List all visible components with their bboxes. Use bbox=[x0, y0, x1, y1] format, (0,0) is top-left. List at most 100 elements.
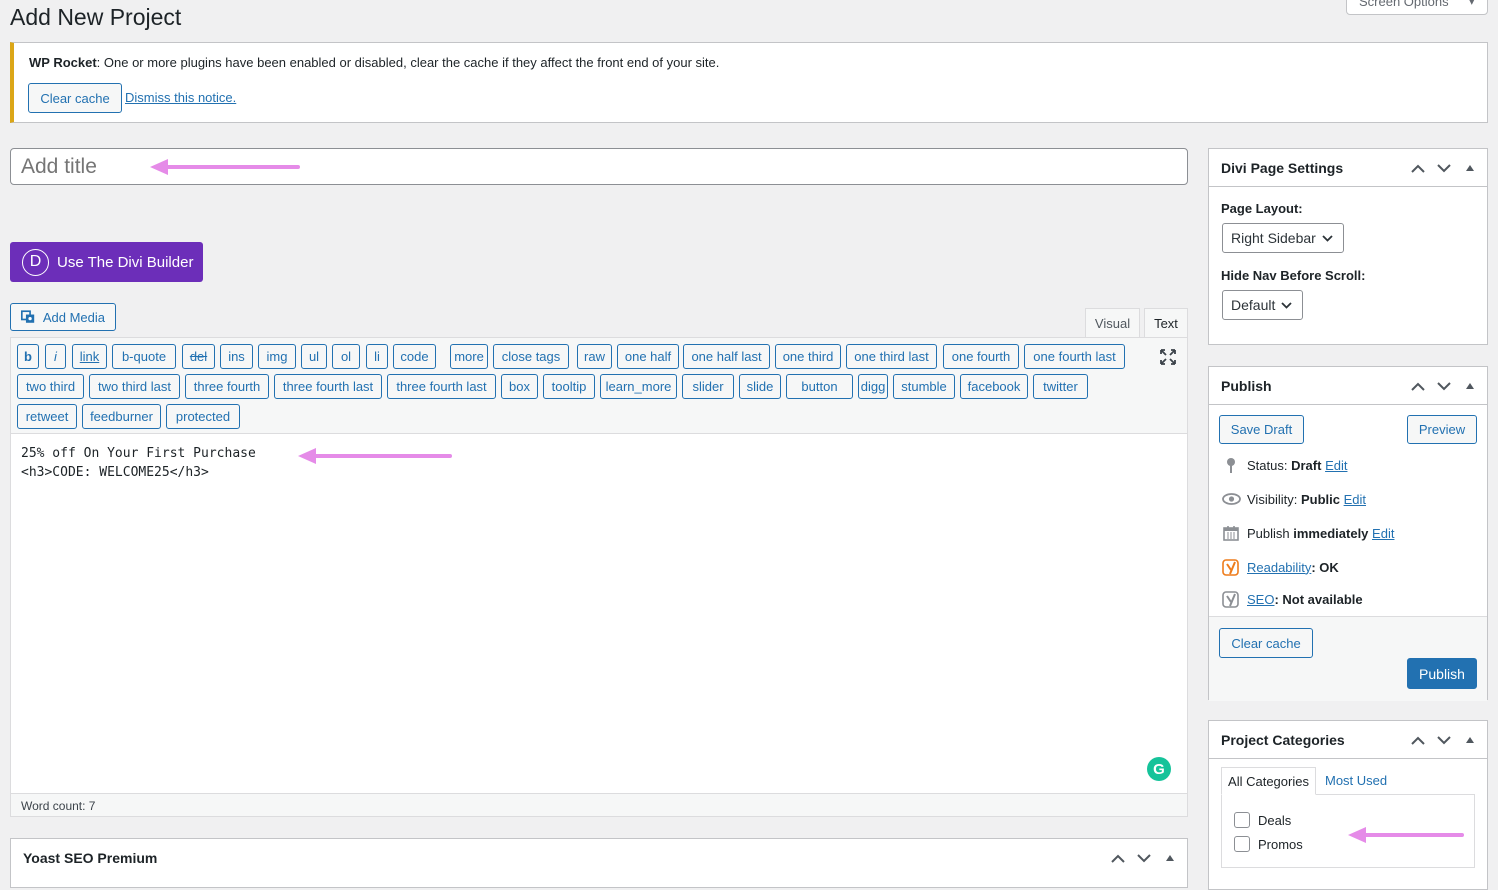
categories-controls bbox=[1411, 721, 1477, 759]
tab-text[interactable]: Text bbox=[1144, 308, 1188, 338]
checkbox-promos[interactable] bbox=[1234, 836, 1250, 852]
quicktag-button-ul[interactable]: ul bbox=[301, 344, 327, 369]
edit-visibility-link[interactable]: Edit bbox=[1344, 492, 1366, 507]
quicktag-button-three-fourth-last[interactable]: three fourth last bbox=[274, 374, 382, 399]
hide-nav-value: Default bbox=[1231, 297, 1276, 313]
readability-link[interactable]: Readability bbox=[1247, 560, 1311, 575]
quicktag-button-protected[interactable]: protected bbox=[166, 404, 240, 429]
screen-options-button[interactable]: Screen Options ▾ bbox=[1346, 0, 1488, 15]
edit-status-link[interactable]: Edit bbox=[1325, 458, 1347, 473]
quicktag-button-del[interactable]: del bbox=[182, 344, 215, 369]
chevron-down-icon[interactable] bbox=[1437, 161, 1451, 175]
quicktag-button-more[interactable]: more bbox=[450, 344, 488, 369]
seo-link[interactable]: SEO bbox=[1247, 592, 1274, 607]
quicktag-button-three-fourth-last[interactable]: three fourth last bbox=[387, 374, 496, 399]
publish-clear-cache-button[interactable]: Clear cache bbox=[1219, 628, 1313, 658]
chevron-up-icon[interactable] bbox=[1411, 161, 1425, 175]
collapse-triangle-icon[interactable] bbox=[1463, 161, 1477, 175]
dismiss-notice-link[interactable]: Dismiss this notice. bbox=[125, 90, 236, 105]
quicktags-toolbar: b i link b-quote del ins img ul ol li code more clos… bbox=[11, 338, 1187, 434]
visibility-row: Visibility: Public Edit bbox=[1221, 490, 1366, 508]
content-line-2: <h3>CODE: WELCOME25</h3> bbox=[21, 465, 209, 480]
preview-button[interactable]: Preview bbox=[1407, 415, 1477, 444]
quicktag-button-ins[interactable]: ins bbox=[220, 344, 253, 369]
publish-button[interactable]: Publish bbox=[1407, 658, 1477, 689]
quicktag-button-slider[interactable]: slider bbox=[682, 374, 734, 399]
use-divi-builder-button[interactable]: D Use The Divi Builder bbox=[10, 242, 203, 282]
quicktag-button-two-third[interactable]: two third bbox=[17, 374, 84, 399]
content-textarea[interactable]: 25% off On Your First Purchase <h3>CODE:… bbox=[21, 444, 256, 482]
page-layout-select[interactable]: Right Sidebar bbox=[1222, 223, 1344, 253]
eye-icon bbox=[1221, 490, 1241, 508]
content-line-1: 25% off On Your First Purchase bbox=[21, 446, 256, 461]
quicktag-button-retweet[interactable]: retweet bbox=[17, 404, 77, 429]
quicktag-button-three-fourth[interactable]: three fourth bbox=[185, 374, 269, 399]
quicktag-button-li[interactable]: li bbox=[366, 344, 388, 369]
collapse-triangle-icon[interactable] bbox=[1463, 379, 1477, 393]
quicktag-button-tooltip[interactable]: tooltip bbox=[543, 374, 595, 399]
quicktag-button-link[interactable]: link bbox=[72, 344, 107, 369]
notice-message: : One or more plugins have been enabled … bbox=[96, 55, 720, 70]
chevron-down-icon bbox=[1281, 301, 1292, 309]
media-icon bbox=[21, 310, 35, 323]
quicktag-button-twitter[interactable]: twitter bbox=[1033, 374, 1088, 399]
hide-nav-select[interactable]: Default bbox=[1222, 290, 1303, 320]
quicktag-button-facebook[interactable]: facebook bbox=[960, 374, 1028, 399]
tab-all-categories[interactable]: All Categories bbox=[1221, 767, 1316, 795]
quicktag-button-one-half[interactable]: one half bbox=[617, 344, 679, 369]
tab-most-used[interactable]: Most Used bbox=[1325, 773, 1387, 788]
wp-rocket-notice: WP Rocket: One or more plugins have been… bbox=[10, 42, 1488, 123]
chevron-up-icon[interactable] bbox=[1411, 379, 1425, 393]
annotation-arrow-icon bbox=[298, 448, 452, 464]
quicktag-button-box[interactable]: box bbox=[501, 374, 538, 399]
save-draft-button[interactable]: Save Draft bbox=[1219, 415, 1304, 444]
quicktag-button-one-third-last[interactable]: one third last bbox=[846, 344, 937, 369]
grammarly-icon[interactable]: G bbox=[1147, 757, 1171, 781]
quicktag-button-raw[interactable]: raw bbox=[577, 344, 612, 369]
quicktag-button-img[interactable]: img bbox=[258, 344, 296, 369]
collapse-triangle-icon[interactable] bbox=[1463, 733, 1477, 747]
quicktag-button-code[interactable]: code bbox=[393, 344, 436, 369]
quicktag-button-one-fourth[interactable]: one fourth bbox=[943, 344, 1019, 369]
quicktag-button-close-tags[interactable]: close tags bbox=[493, 344, 569, 369]
category-item[interactable]: Deals bbox=[1234, 812, 1291, 828]
chevron-down-icon[interactable] bbox=[1437, 379, 1451, 393]
chevron-down-icon[interactable] bbox=[1437, 733, 1451, 747]
divi-logo-icon: D bbox=[22, 248, 49, 276]
screen-options-label: Screen Options bbox=[1359, 0, 1449, 9]
category-item[interactable]: Promos bbox=[1234, 836, 1303, 852]
category-label: Deals bbox=[1258, 812, 1292, 828]
notice-clear-cache-button[interactable]: Clear cache bbox=[28, 83, 122, 113]
quicktag-button-slide[interactable]: slide bbox=[739, 374, 781, 399]
yoast-seo-icon bbox=[1221, 590, 1241, 608]
readability-row: Readability: OK bbox=[1221, 558, 1339, 576]
quicktag-button-one-half-last[interactable]: one half last bbox=[683, 344, 770, 369]
quicktag-button-one-fourth-last[interactable]: one fourth last bbox=[1024, 344, 1125, 369]
chevron-up-icon[interactable] bbox=[1111, 851, 1125, 865]
quicktag-button-i[interactable]: i bbox=[45, 344, 66, 369]
yoast-box-controls bbox=[1111, 839, 1177, 877]
edit-publish-date-link[interactable]: Edit bbox=[1372, 526, 1394, 541]
quicktag-button-two-third-last[interactable]: two third last bbox=[89, 374, 180, 399]
quicktag-button-b[interactable]: b bbox=[17, 344, 39, 369]
fullscreen-icon[interactable] bbox=[1159, 348, 1177, 366]
collapse-triangle-icon[interactable] bbox=[1163, 851, 1177, 865]
divi-settings-controls bbox=[1411, 149, 1477, 187]
chevron-down-icon[interactable] bbox=[1137, 851, 1151, 865]
tab-visual[interactable]: Visual bbox=[1085, 308, 1140, 337]
yoast-seo-title: Yoast SEO Premium bbox=[23, 850, 158, 866]
quicktag-button-b-quote[interactable]: b-quote bbox=[112, 344, 176, 369]
hide-nav-label: Hide Nav Before Scroll: bbox=[1221, 268, 1366, 283]
quicktag-button-feedburner[interactable]: feedburner bbox=[82, 404, 161, 429]
quicktag-button-one-third[interactable]: one third bbox=[775, 344, 841, 369]
add-media-button[interactable]: Add Media bbox=[10, 303, 116, 331]
checkbox-deals[interactable] bbox=[1234, 812, 1250, 828]
chevron-up-icon[interactable] bbox=[1411, 733, 1425, 747]
quicktag-button-ol[interactable]: ol bbox=[332, 344, 360, 369]
quicktag-button-digg[interactable]: digg bbox=[858, 374, 888, 399]
quicktag-button-learn-more[interactable]: learn_more bbox=[600, 374, 677, 399]
quicktag-button-stumble[interactable]: stumble bbox=[893, 374, 955, 399]
yoast-readability-icon bbox=[1221, 558, 1241, 576]
quicktag-button-button[interactable]: button bbox=[786, 374, 853, 399]
divi-page-settings-box: Divi Page Settings Page Layout: Right Si… bbox=[1208, 148, 1488, 345]
